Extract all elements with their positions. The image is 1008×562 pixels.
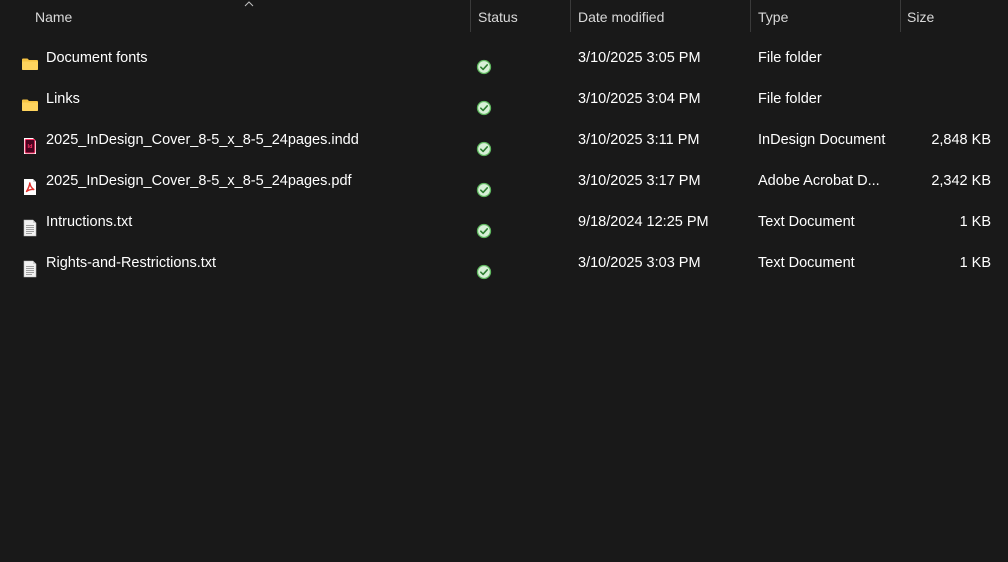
pdf-file-icon: [21, 172, 39, 195]
file-type: InDesign Document: [758, 132, 886, 148]
file-icon-cell: [21, 202, 41, 243]
file-name[interactable]: 2025_InDesign_Cover_8-5_x_8-5_24pages.in…: [46, 120, 359, 161]
folder-icon: [21, 49, 39, 70]
file-type: File folder: [758, 50, 822, 66]
text-file-icon: [21, 213, 39, 237]
file-row[interactable]: 2025_InDesign_Cover_8-5_x_8-5_24pages.pd…: [0, 161, 1008, 202]
file-size: 1 KB: [959, 214, 991, 230]
file-status: [476, 79, 492, 120]
indesign-file-icon: Id: [21, 131, 39, 154]
file-date-modified: 3/10/2025 3:11 PM: [578, 132, 700, 148]
file-name[interactable]: Intructions.txt: [46, 202, 132, 243]
column-divider[interactable]: [900, 0, 901, 32]
file-date-modified: 9/18/2024 12:25 PM: [578, 214, 709, 230]
file-status: [476, 38, 492, 79]
file-date-modified: 3/10/2025 3:03 PM: [578, 255, 701, 271]
column-divider[interactable]: [570, 0, 571, 32]
column-header-name[interactable]: Name: [35, 0, 72, 34]
file-size: 1 KB: [959, 255, 991, 271]
file-status: [476, 243, 492, 284]
sync-available-check-icon: [476, 51, 492, 75]
file-type: Text Document: [758, 214, 855, 230]
file-name[interactable]: 2025_InDesign_Cover_8-5_x_8-5_24pages.pd…: [46, 161, 352, 202]
text-file-icon: [21, 254, 39, 278]
file-icon-cell: [21, 38, 41, 79]
file-row[interactable]: Links 3/10/2025 3:04 PM File folder: [0, 79, 1008, 120]
column-header-row: Name Status Date modified Type Size: [0, 0, 1008, 34]
file-status: [476, 202, 492, 243]
file-status: [476, 120, 492, 161]
file-icon-cell: [21, 243, 41, 284]
column-divider[interactable]: [470, 0, 471, 32]
file-size: 2,342 KB: [931, 173, 991, 189]
column-header-type[interactable]: Type: [758, 0, 788, 34]
svg-text:Id: Id: [28, 144, 33, 150]
file-icon-cell: Id: [21, 120, 41, 161]
sort-ascending-icon: [244, 1, 254, 7]
sync-available-check-icon: [476, 256, 492, 280]
file-name[interactable]: Rights-and-Restrictions.txt: [46, 243, 216, 284]
file-row[interactable]: Intructions.txt 9/18/2024 12:25 PM Text Do…: [0, 202, 1008, 243]
file-date-modified: 3/10/2025 3:17 PM: [578, 173, 701, 189]
file-row[interactable]: Id 2025_InDesign_Cover_8-5_x_8-5_24pages.…: [0, 120, 1008, 161]
file-row[interactable]: Document fonts 3/10/2025 3:05 PM File fold…: [0, 38, 1008, 79]
column-header-date-modified[interactable]: Date modified: [578, 0, 664, 34]
file-row[interactable]: Rights-and-Restrictions.txt 3/10/2025 3:0…: [0, 243, 1008, 284]
file-type: Text Document: [758, 255, 855, 271]
file-name[interactable]: Links: [46, 79, 80, 120]
file-list-pane: Name Status Date modified Type Size Docu…: [0, 0, 1008, 562]
sync-available-check-icon: [476, 133, 492, 157]
file-status: [476, 161, 492, 202]
column-header-size[interactable]: Size: [907, 0, 934, 34]
sync-available-check-icon: [476, 174, 492, 198]
file-icon-cell: [21, 79, 41, 120]
file-icon-cell: [21, 161, 41, 202]
sync-available-check-icon: [476, 92, 492, 116]
folder-icon: [21, 90, 39, 111]
file-date-modified: 3/10/2025 3:05 PM: [578, 50, 701, 66]
file-size: 2,848 KB: [931, 132, 991, 148]
file-type: File folder: [758, 91, 822, 107]
column-divider[interactable]: [750, 0, 751, 32]
file-date-modified: 3/10/2025 3:04 PM: [578, 91, 701, 107]
file-type: Adobe Acrobat D...: [758, 173, 880, 189]
column-header-status[interactable]: Status: [478, 0, 518, 34]
file-name[interactable]: Document fonts: [46, 38, 148, 79]
sync-available-check-icon: [476, 215, 492, 239]
